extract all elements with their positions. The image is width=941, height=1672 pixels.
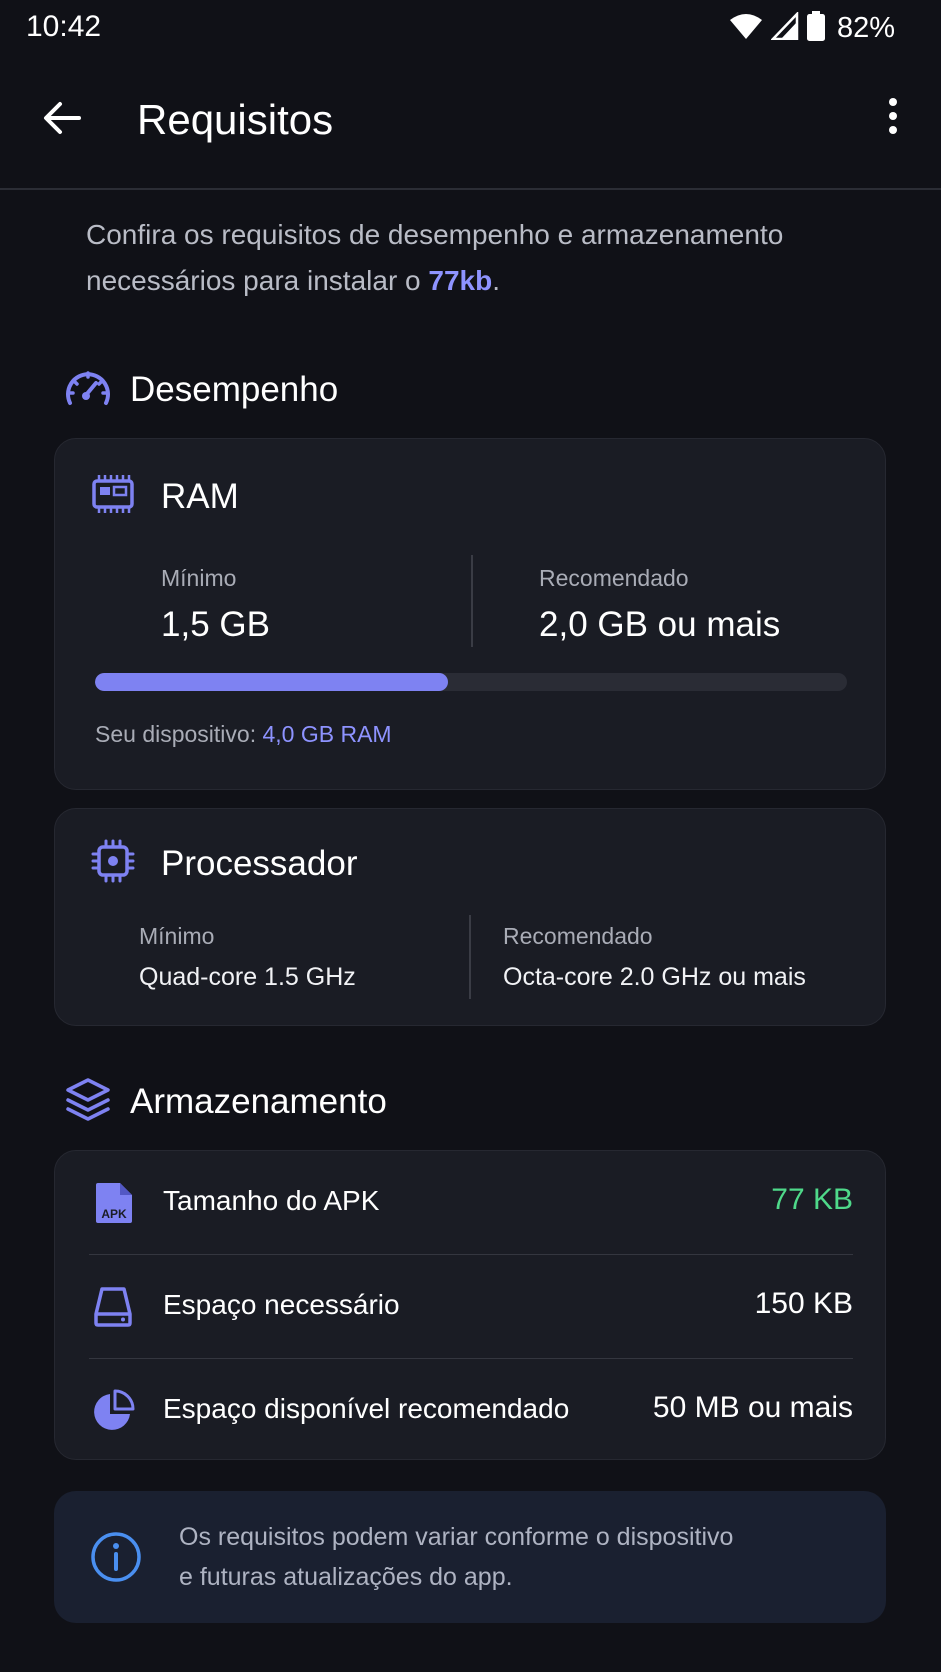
processor-card-header: Processador	[91, 839, 357, 888]
info-text-line-1: Os requisitos podem variar conforme o di…	[179, 1523, 734, 1551]
ram-rec-label: Recomendado	[539, 565, 689, 591]
signal-icon	[770, 10, 799, 45]
battery-icon	[806, 10, 825, 46]
info-icon	[90, 1531, 142, 1588]
apk-size-label: Tamanho do APK	[163, 1185, 380, 1216]
section-title-performance: Desempenho	[130, 370, 339, 409]
wifi-icon	[729, 12, 763, 45]
storage-row-apk-size: APK Tamanho do APK 77 KB	[55, 1151, 887, 1254]
info-text-line-2: e futuras atualizações do app.	[179, 1563, 513, 1591]
section-title-storage: Armazenamento	[130, 1082, 387, 1121]
ram-divider	[471, 555, 473, 647]
status-time: 10:42	[26, 10, 102, 43]
processor-rec-value: Octa-core 2.0 GHz ou mais	[503, 963, 806, 991]
intro-text: Confira os requisitos de desempenho e ar…	[86, 212, 886, 304]
processor-title: Processador	[161, 843, 358, 883]
pie-chart-icon	[91, 1389, 135, 1433]
more-options-button[interactable]	[865, 90, 921, 146]
recommended-space-label: Espaço disponível recomendado	[163, 1393, 570, 1424]
ram-progress-fill	[95, 673, 449, 691]
ram-min-label: Mínimo	[161, 565, 237, 591]
page-title: Requisitos	[137, 96, 334, 143]
memory-icon	[91, 473, 135, 520]
status-icons: 82%	[729, 10, 895, 46]
back-arrow-icon	[43, 101, 81, 140]
ram-card: RAM Mínimo 1,5 GB Recomendado 2,0 GB ou …	[54, 438, 886, 790]
status-bar: 10:42 82%	[0, 0, 941, 56]
apk-size-value: 77 KB	[771, 1183, 853, 1216]
section-header-storage: Armazenamento	[64, 1074, 387, 1130]
apk-icon-text: APK	[101, 1207, 127, 1221]
storage-row-required-space: Espaço necessário 150 KB	[55, 1255, 887, 1358]
processor-card: Processador Mínimo Quad-core 1.5 GHz Rec…	[54, 808, 886, 1026]
storage-card: APK Tamanho do APK 77 KB Espaço necessár…	[54, 1150, 886, 1460]
app-bar: Requisitos	[0, 56, 941, 190]
apk-file-icon: APK	[91, 1181, 135, 1225]
battery-percent: 82%	[836, 11, 895, 44]
ram-device-info: Seu dispositivo: 4,0 GB RAM	[95, 721, 392, 748]
required-space-value: 150 KB	[754, 1287, 853, 1320]
ram-rec-value: 2,0 GB ou mais	[539, 605, 781, 644]
processor-min-label: Mínimo	[139, 923, 215, 949]
ram-card-header: RAM	[91, 473, 239, 520]
ram-device-value: 4,0 GB RAM	[262, 721, 392, 747]
ram-device-label: Seu dispositivo:	[95, 721, 263, 747]
required-space-label: Espaço necessário	[163, 1289, 400, 1320]
recommended-space-value: 50 MB ou mais	[652, 1391, 853, 1424]
chip-icon	[91, 839, 135, 888]
ram-min-value: 1,5 GB	[161, 605, 270, 644]
storage-row-recommended-space: Espaço disponível recomendado 50 MB ou m…	[55, 1359, 887, 1462]
processor-min-value: Quad-core 1.5 GHz	[139, 963, 356, 991]
info-card: Os requisitos podem variar conforme o di…	[54, 1491, 886, 1623]
ram-title: RAM	[161, 476, 239, 516]
processor-divider	[469, 915, 471, 999]
intro-app-name: 77kb	[428, 265, 493, 296]
hard-drive-icon	[91, 1285, 135, 1329]
intro-text-end: .	[492, 265, 501, 296]
speedometer-icon	[64, 367, 112, 414]
ram-progress-bar	[95, 673, 847, 691]
layers-icon	[64, 1076, 112, 1129]
section-header-performance: Desempenho	[64, 362, 338, 418]
back-button[interactable]	[34, 92, 90, 148]
more-vert-icon	[888, 97, 898, 139]
processor-rec-label: Recomendado	[503, 923, 653, 949]
info-text: Os requisitos podem variar conforme o di…	[179, 1517, 859, 1597]
